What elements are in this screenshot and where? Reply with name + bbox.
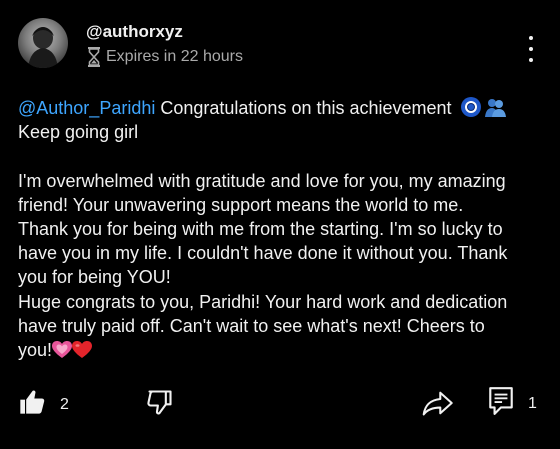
paragraph-line-text: you!: [18, 340, 53, 361]
like-count: 2: [60, 395, 69, 413]
paragraph-line: have you in my life. I couldn't have don…: [18, 243, 508, 264]
growing-heart-emoji: [52, 341, 73, 359]
paragraph-line: have truly paid off. Can't wait to see w…: [18, 315, 485, 336]
mention-link[interactable]: @Author_Paridhi: [18, 98, 155, 118]
comment-button[interactable]: 1: [488, 386, 537, 421]
paragraph-line: Huge congrats to you, Paridhi! Your hard…: [18, 291, 508, 312]
paragraph-line-last: you!: [18, 338, 546, 362]
thumbs-up-icon[interactable]: [18, 388, 46, 421]
share-button[interactable]: [422, 390, 454, 421]
author-username[interactable]: @authorxyz: [86, 22, 183, 42]
expires-text: Expires in 22 hours: [106, 48, 243, 65]
action-bar: 2 1: [18, 386, 542, 420]
community-post: @authorxyz Expires in 22 hours @Author_P…: [0, 0, 560, 449]
comment-count: 1: [528, 394, 537, 412]
paragraph-line: you for being YOU!: [18, 267, 171, 288]
people-hugging-emoji: [483, 97, 507, 117]
paragraph-line: Thank you for being with me from the sta…: [18, 219, 503, 239]
hourglass-icon: [86, 47, 102, 67]
post-line-2: Keep going girl: [18, 122, 139, 143]
thumbs-down-icon[interactable]: [146, 388, 174, 421]
red-heart-emoji: [72, 341, 93, 359]
paragraph-line: friend! Your unwavering support means th…: [18, 194, 464, 215]
post-line-1-text: Congratulations on this achievement: [155, 98, 457, 118]
post-body: @Author_Paridhi Congratulations on this …: [18, 96, 546, 362]
more-vertical-icon[interactable]: [524, 36, 538, 62]
paragraph-line: I'm overwhelmed with gratitude and love …: [18, 170, 506, 191]
post-line-1: @Author_Paridhi Congratulations on this …: [18, 96, 546, 120]
post-header: @authorxyz Expires in 22 hours: [18, 18, 542, 72]
like-button[interactable]: 2: [18, 388, 69, 421]
avatar[interactable]: [18, 18, 68, 68]
expires-info: Expires in 22 hours: [86, 47, 243, 67]
share-arrow-icon[interactable]: [422, 390, 454, 421]
nazar-amulet-emoji: [460, 97, 481, 117]
dislike-button[interactable]: [146, 388, 174, 421]
comment-icon[interactable]: [488, 386, 514, 421]
